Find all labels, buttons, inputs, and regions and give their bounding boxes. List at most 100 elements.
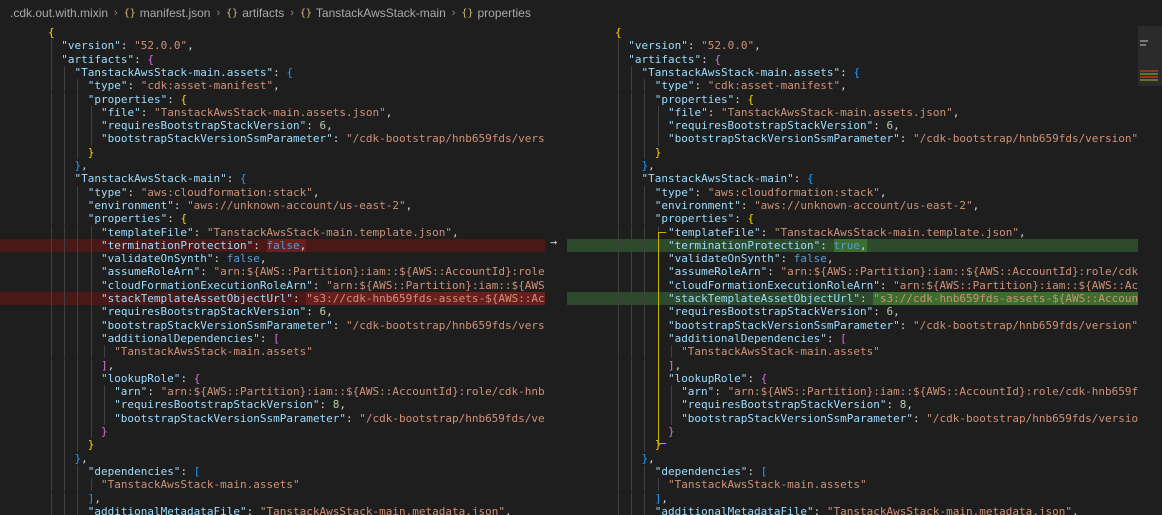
code-line[interactable]: },: [567, 452, 1138, 465]
code-line[interactable]: "TanstackAwsStack-main.assets": [567, 345, 1138, 358]
indent-guide: [644, 252, 646, 266]
code-line[interactable]: "assumeRoleArn": "arn:${AWS::Partition}:…: [0, 265, 545, 278]
code-line[interactable]: "TanstackAwsStack-main.assets": {: [0, 66, 545, 79]
code-line[interactable]: "bootstrapStackVersionSsmParameter": "/c…: [567, 319, 1138, 332]
code-line[interactable]: "lookupRole": {: [0, 372, 545, 385]
code-line[interactable]: "environment": "aws://unknown-account/us…: [0, 199, 545, 212]
code-line[interactable]: ],: [0, 359, 545, 372]
overview-ruler[interactable]: [1138, 26, 1162, 515]
code-line[interactable]: {: [0, 26, 545, 39]
code-line[interactable]: "TanstackAwsStack-main": {: [0, 172, 545, 185]
code-line[interactable]: "dependencies": [: [0, 465, 545, 478]
code-line[interactable]: ],: [567, 359, 1138, 372]
breadcrumb-item[interactable]: {} artifacts: [226, 6, 284, 20]
indent-guide: [51, 504, 52, 515]
code-line[interactable]: "additionalMetadataFile": "TanstackAwsSt…: [567, 505, 1138, 515]
indent-guide: [631, 318, 633, 332]
code-line[interactable]: "cloudFormationExecutionRoleArn": "arn:$…: [567, 279, 1138, 292]
code-line[interactable]: "file": "TanstackAwsStack-main.assets.js…: [0, 106, 545, 119]
indent-guide: [631, 105, 633, 120]
breadcrumb-item[interactable]: {} manifest.json: [124, 6, 211, 20]
indent-guide: [51, 345, 52, 359]
code-line[interactable]: "requiresBootstrapStackVersion": 6,: [0, 119, 545, 132]
code-line[interactable]: "bootstrapStackVersionSsmParameter": "/c…: [0, 412, 545, 425]
code-line[interactable]: "properties": {: [567, 212, 1138, 225]
code-line[interactable]: "properties": {: [567, 93, 1138, 106]
breadcrumb-item[interactable]: {} properties: [461, 6, 530, 20]
code-line[interactable]: "version": "52.0.0",: [0, 39, 545, 52]
code-line[interactable]: }: [567, 438, 1138, 451]
inserted-line[interactable]: "terminationProtection": true,: [567, 238, 1138, 253]
code-line[interactable]: },: [567, 159, 1138, 172]
indent-guide: [618, 464, 619, 479]
code-line[interactable]: "requiresBootstrapStackVersion": 6,: [567, 305, 1138, 318]
code-line[interactable]: "templateFile": "TanstackAwsStack-main.t…: [0, 226, 545, 239]
code-line[interactable]: "TanstackAwsStack-main.assets": [567, 478, 1138, 491]
code-line[interactable]: "environment": "aws://unknown-account/us…: [567, 199, 1138, 212]
indent-guide: [644, 425, 646, 439]
code-line[interactable]: "bootstrapStackVersionSsmParameter": "/c…: [567, 132, 1138, 145]
code-line[interactable]: "TanstackAwsStack-main.assets": [0, 478, 545, 491]
code-line[interactable]: {: [567, 26, 1138, 39]
indent-guide: [77, 318, 79, 332]
code-line[interactable]: ],: [567, 492, 1138, 505]
code-line[interactable]: "type": "aws:cloudformation:stack",: [0, 186, 545, 199]
code-line[interactable]: "cloudFormationExecutionRoleArn": "arn:$…: [0, 279, 545, 292]
code-line[interactable]: }: [0, 146, 545, 159]
indent-guide: [77, 265, 79, 279]
code-line[interactable]: },: [0, 452, 545, 465]
arrow-right-icon[interactable]: →: [550, 235, 557, 249]
code-line[interactable]: }: [567, 425, 1138, 438]
deleted-line[interactable]: "terminationProtection": false,: [0, 238, 545, 253]
indent-guide: [51, 105, 52, 120]
code-line[interactable]: "additionalDependencies": [: [0, 332, 545, 345]
code-line[interactable]: "arn": "arn:${AWS::Partition}:iam::${AWS…: [0, 385, 545, 398]
code-line[interactable]: "assumeRoleArn": "arn:${AWS::Partition}:…: [567, 265, 1138, 278]
code-line[interactable]: "properties": {: [0, 212, 545, 225]
code-line[interactable]: "additionalMetadataFile": "TanstackAwsSt…: [0, 505, 545, 515]
code-line[interactable]: "file": "TanstackAwsStack-main.assets.js…: [567, 106, 1138, 119]
code-line[interactable]: "artifacts": {: [0, 53, 545, 66]
deleted-line[interactable]: "stackTemplateAssetObjectUrl": "s3://cdk…: [0, 292, 545, 306]
code-line[interactable]: },: [0, 159, 545, 172]
code-line[interactable]: "additionalDependencies": [: [567, 332, 1138, 345]
code-line[interactable]: "TanstackAwsStack-main.assets": [0, 345, 545, 358]
indent-guide: [64, 331, 66, 346]
code-line[interactable]: "bootstrapStackVersionSsmParameter": "/c…: [0, 319, 545, 332]
code-line[interactable]: "bootstrapStackVersionSsmParameter": "/c…: [0, 132, 545, 145]
code-line[interactable]: "validateOnSynth": false,: [567, 252, 1138, 265]
code-line[interactable]: "dependencies": [: [567, 465, 1138, 478]
breadcrumb-item[interactable]: {} TanstackAwsStack-main: [300, 6, 446, 20]
code-line[interactable]: "TanstackAwsStack-main.assets": {: [567, 66, 1138, 79]
indent-guide: [644, 411, 646, 425]
code-line[interactable]: ],: [0, 492, 545, 505]
code-line[interactable]: "arn": "arn:${AWS::Partition}:iam::${AWS…: [567, 385, 1138, 398]
code-line[interactable]: "requiresBootstrapStackVersion": 6,: [567, 119, 1138, 132]
code-line[interactable]: "templateFile": "TanstackAwsStack-main.t…: [567, 226, 1138, 239]
code-line[interactable]: "requiresBootstrapStackVersion": 6,: [0, 305, 545, 318]
code-line[interactable]: "properties": {: [0, 93, 545, 106]
diff-modified-pane[interactable]: {"version": "52.0.0", "artifacts": {"Tans…: [567, 26, 1138, 515]
indent-guide: [64, 212, 66, 226]
diff-original-pane[interactable]: {"version": "52.0.0", "artifacts": {"Tans…: [0, 26, 545, 515]
code-line[interactable]: "lookupRole": {: [567, 372, 1138, 385]
code-line[interactable]: "artifacts": {: [567, 53, 1138, 66]
code-line[interactable]: "type": "cdk:asset-manifest",: [567, 79, 1138, 92]
indent-guide: [644, 398, 646, 412]
code-line[interactable]: "bootstrapStackVersionSsmParameter": "/c…: [567, 412, 1138, 425]
code-line[interactable]: }: [0, 425, 545, 438]
indent-guide: [618, 39, 619, 53]
code-line[interactable]: "version": "52.0.0",: [567, 39, 1138, 52]
inserted-line[interactable]: "stackTemplateAssetObjectUrl": "s3://cdk…: [567, 292, 1138, 306]
breadcrumb-item[interactable]: .cdk.out.with.mixin: [10, 6, 108, 20]
scrollbar-slider[interactable]: [1138, 26, 1162, 86]
code-line[interactable]: "type": "aws:cloudformation:stack",: [567, 186, 1138, 199]
code-line[interactable]: "type": "cdk:asset-manifest",: [0, 79, 545, 92]
code-line[interactable]: "requiresBootstrapStackVersion": 8,: [0, 398, 545, 411]
code-line[interactable]: "TanstackAwsStack-main": {: [567, 172, 1138, 185]
indent-guide: [644, 331, 646, 346]
code-line[interactable]: "requiresBootstrapStackVersion": 8,: [567, 398, 1138, 411]
code-line[interactable]: "validateOnSynth": false,: [0, 252, 545, 265]
code-line[interactable]: }: [567, 146, 1138, 159]
code-line[interactable]: }: [0, 438, 545, 451]
